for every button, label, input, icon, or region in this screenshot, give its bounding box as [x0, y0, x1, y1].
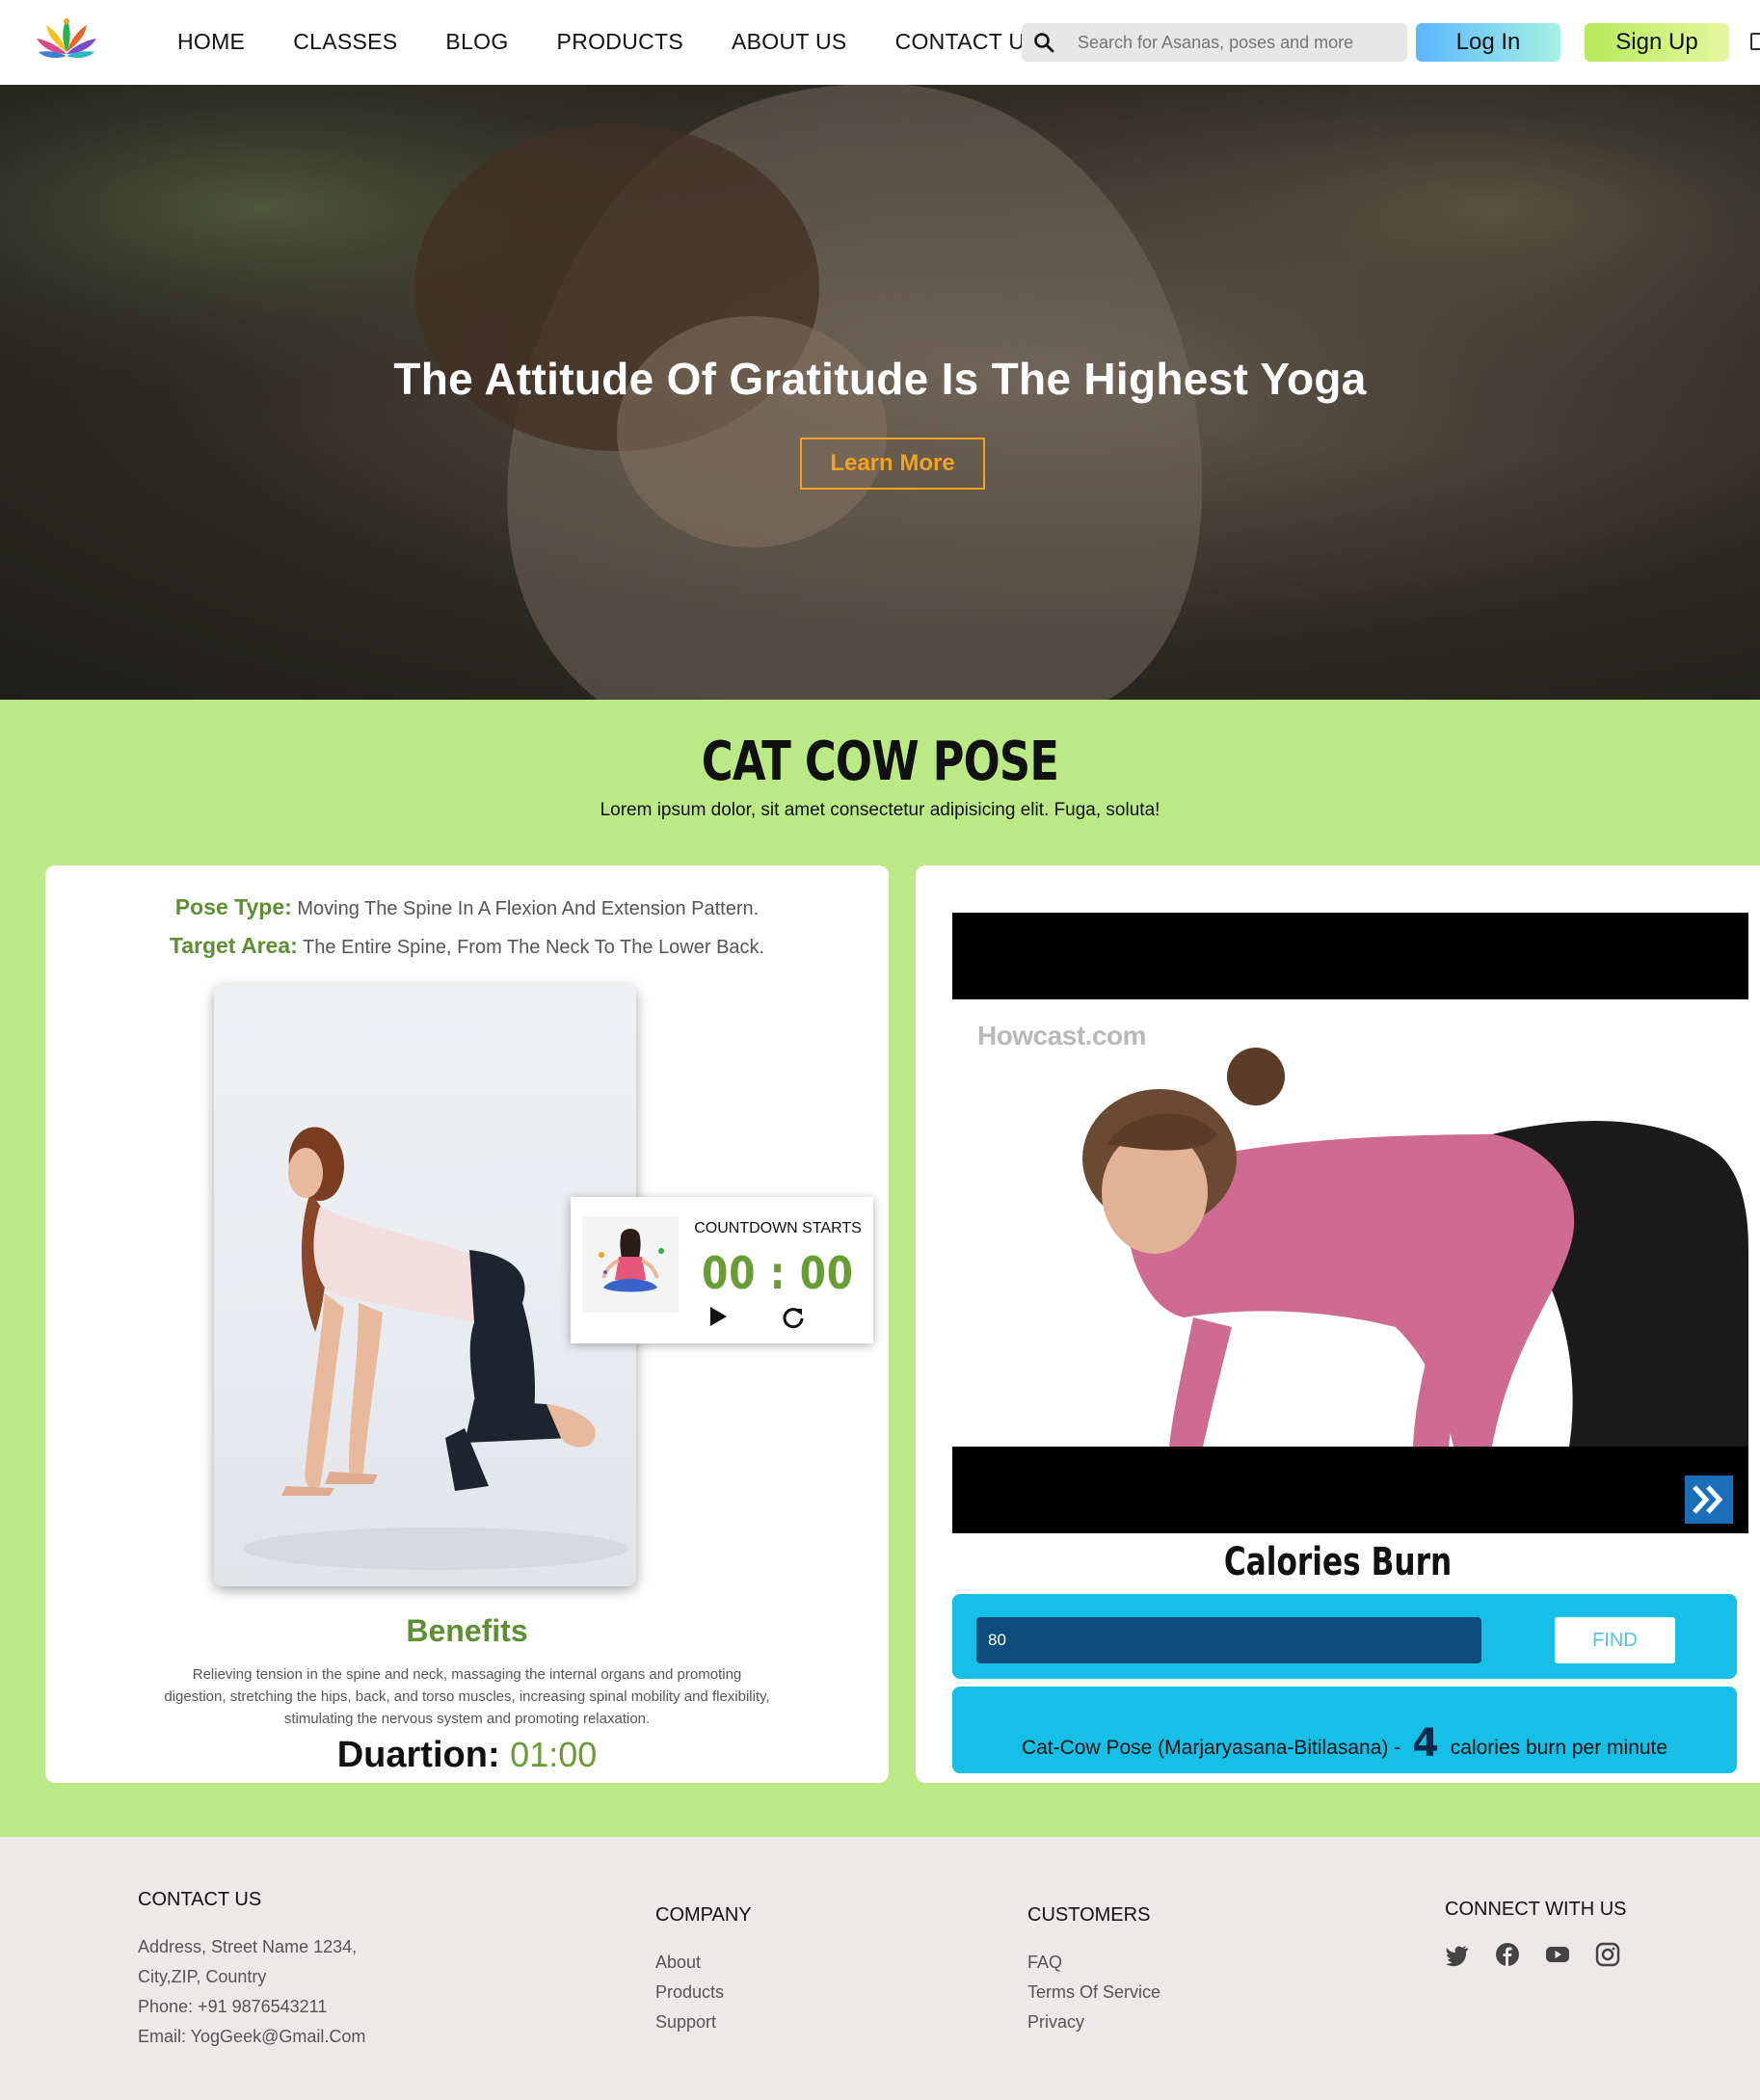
footer-company-column: COMPANY About Products Support [655, 1904, 752, 2037]
nav-classes[interactable]: CLASSES [293, 29, 397, 55]
calories-title: Calories Burn [1223, 1540, 1453, 1584]
countdown-label: COUNTDOWN STARTS [694, 1220, 862, 1236]
nav-contact-us[interactable]: CONTACT US [895, 29, 1040, 55]
nav-products[interactable]: PRODUCTS [557, 29, 683, 55]
calories-input-box: FIND [952, 1594, 1737, 1679]
lotus-logo[interactable] [33, 12, 100, 66]
howcast-watermark: Howcast.com [977, 1021, 1147, 1050]
footer-address-line2: City,ZIP, Country [138, 1967, 267, 1986]
youtube-icon[interactable] [1545, 1942, 1570, 1967]
footer-link-privacy[interactable]: Privacy [1027, 2007, 1160, 2037]
result-number: 4 [1412, 1721, 1439, 1766]
footer-address-line1: Address, Street Name 1234, [138, 1937, 358, 1956]
nav-blog[interactable]: BLOG [445, 29, 508, 55]
footer-link-faq[interactable]: FAQ [1027, 1948, 1160, 1978]
result-prefix: Cat-Cow Pose (Marjaryasana-Bitilasana) - [1021, 1737, 1401, 1759]
hero-banner: The Attitude Of Gratitude Is The Highest… [0, 85, 1760, 700]
countdown-time: 00 : 00 [702, 1247, 854, 1299]
duration-value: 01:00 [510, 1735, 598, 1774]
footer-link-terms[interactable]: Terms Of Service [1027, 1978, 1160, 2007]
benefits-title: Benefits [406, 1613, 528, 1648]
reset-icon[interactable] [781, 1305, 806, 1330]
duration-label: Duartion: [336, 1735, 500, 1775]
top-navbar: HOME CLASSES BLOG PRODUCTS ABOUT US CONT… [0, 0, 1760, 85]
video-frame: Howcast.com [952, 999, 1748, 1447]
pose-type-value: Moving The Spine In A Flexion And Extens… [297, 898, 760, 919]
search-bar[interactable] [1022, 23, 1407, 62]
pose-section: CAT COW POSE Lorem ipsum dolor, sit amet… [0, 700, 1760, 1837]
facebook-icon[interactable] [1495, 1942, 1520, 1967]
footer-connect-column: CONNECT WITH US [1445, 1899, 1627, 1967]
pose-subtitle: Lorem ipsum dolor, sit amet consectetur … [600, 800, 1160, 820]
search-icon [1034, 33, 1054, 53]
benefits-text: Relieving tension in the spine and neck,… [164, 1666, 770, 1727]
footer-contact-column: CONTACT US Address, Street Name 1234, Ci… [138, 1889, 365, 2052]
site-footer: CONTACT US Address, Street Name 1234, Ci… [0, 1837, 1760, 2100]
pose-title: CAT COW POSE [701, 731, 1059, 793]
countdown-widget: COUNTDOWN STARTS 00 : 00 [571, 1197, 873, 1343]
footer-connect-heading: CONNECT WITH US [1445, 1899, 1627, 1920]
find-button[interactable]: FIND [1555, 1617, 1675, 1663]
meditating-woman-icon [599, 1229, 664, 1292]
footer-link-products[interactable]: Products [655, 1978, 752, 2007]
hero-title: The Attitude Of Gratitude Is The Highest… [393, 354, 1367, 404]
pose-type-line: Pose Type: Moving The Spine In A Flexion… [45, 894, 889, 920]
calories-result: Cat-Cow Pose (Marjaryasana-Bitilasana) -… [952, 1687, 1737, 1773]
footer-contact-heading: CONTACT US [138, 1889, 262, 1910]
twitter-icon[interactable] [1445, 1942, 1470, 1967]
nav-home[interactable]: HOME [177, 29, 245, 55]
learn-more-button[interactable]: Learn More [800, 438, 985, 490]
cart-icon[interactable] [1750, 33, 1760, 50]
duration-line: Duartion: 01:00 [45, 1735, 889, 1776]
footer-customers-heading: CUSTOMERS [1027, 1904, 1151, 1926]
pose-type-label: Pose Type: [174, 894, 292, 919]
pose-details-card: Pose Type: Moving The Spine In A Flexion… [45, 865, 889, 1783]
signup-button[interactable]: Sign Up [1585, 23, 1729, 62]
footer-customers-column: CUSTOMERS FAQ Terms Of Service Privacy [1027, 1904, 1160, 2037]
footer-email[interactable]: Email: YogGeek@Gmail.Com [138, 2022, 365, 2052]
target-area-label: Target Area: [169, 933, 298, 958]
login-button[interactable]: Log In [1416, 23, 1560, 62]
video-calories-card: Howcast.com Calories Burn FIND Cat-Cow P… [916, 865, 1760, 1783]
video-player[interactable]: Howcast.com [952, 913, 1748, 1533]
footer-phone: Phone: +91 9876543211 [138, 1997, 328, 2016]
footer-company-heading: COMPANY [655, 1904, 752, 1926]
target-area-value: The Entire Spine, From The Neck To The L… [303, 937, 765, 958]
meditation-avatar [582, 1216, 679, 1313]
target-area-line: Target Area: The Entire Spine, From The … [45, 933, 889, 959]
woman-pink-shirt-video-still [1082, 1048, 1748, 1447]
nav-about-us[interactable]: ABOUT US [732, 29, 847, 55]
play-icon[interactable] [707, 1305, 729, 1328]
search-input[interactable] [1078, 29, 1386, 56]
howcast-logo-icon[interactable] [1685, 1475, 1733, 1524]
footer-link-about[interactable]: About [655, 1948, 752, 1978]
social-icons [1445, 1942, 1627, 1967]
weight-input[interactable] [976, 1617, 1481, 1663]
result-suffix: calories burn per minute [1450, 1737, 1668, 1759]
footer-link-support[interactable]: Support [655, 2007, 752, 2037]
instagram-icon[interactable] [1595, 1942, 1620, 1967]
